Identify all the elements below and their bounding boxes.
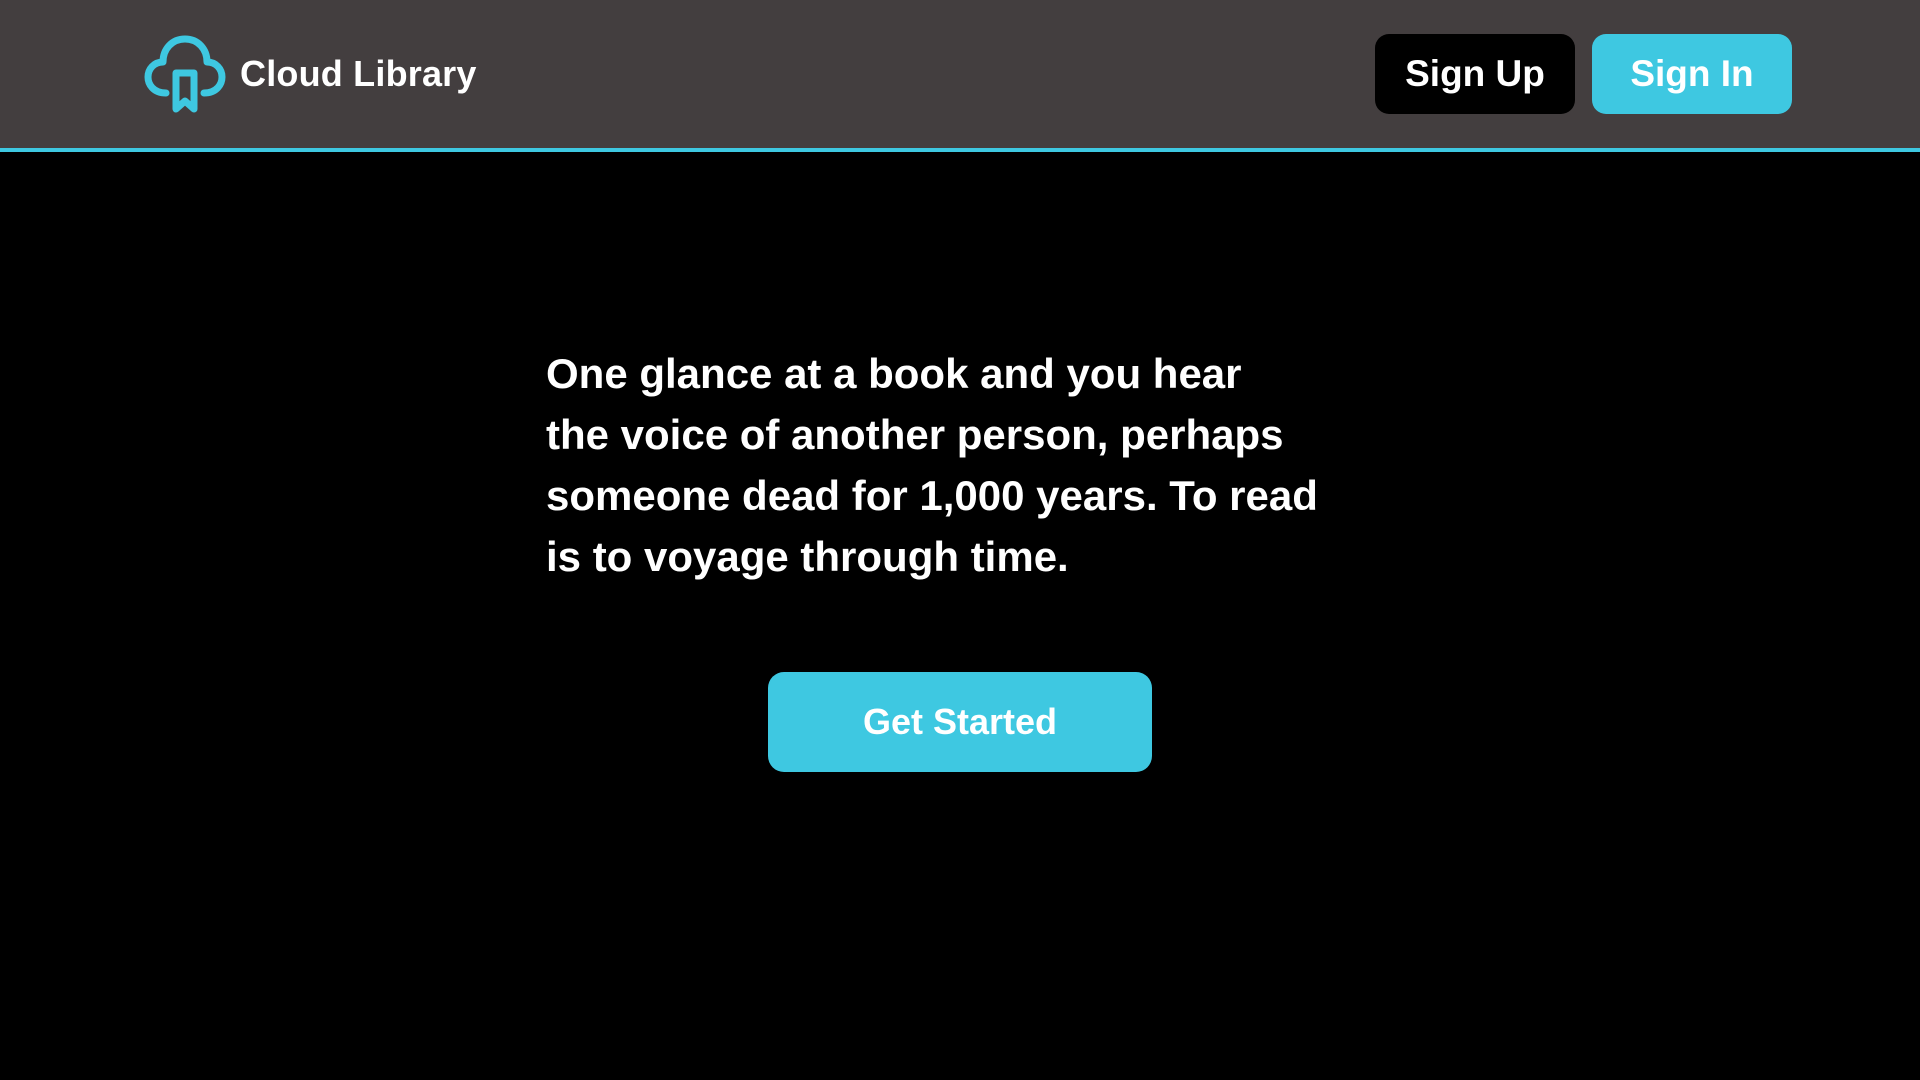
brand-logo-link[interactable]: Cloud Library xyxy=(144,33,477,115)
get-started-button[interactable]: Get Started xyxy=(768,672,1152,772)
hero-quote: One glance at a book and you hear the vo… xyxy=(546,350,1318,580)
top-navbar: Cloud Library Sign Up Sign In xyxy=(0,0,1920,152)
hero-section: One glance at a book and you hear the vo… xyxy=(0,152,1920,1080)
cloud-bookmark-icon xyxy=(144,35,226,113)
sign-up-button[interactable]: Sign Up xyxy=(1375,34,1575,114)
sign-in-button[interactable]: Sign In xyxy=(1592,34,1792,114)
brand-name: Cloud Library xyxy=(240,53,477,94)
